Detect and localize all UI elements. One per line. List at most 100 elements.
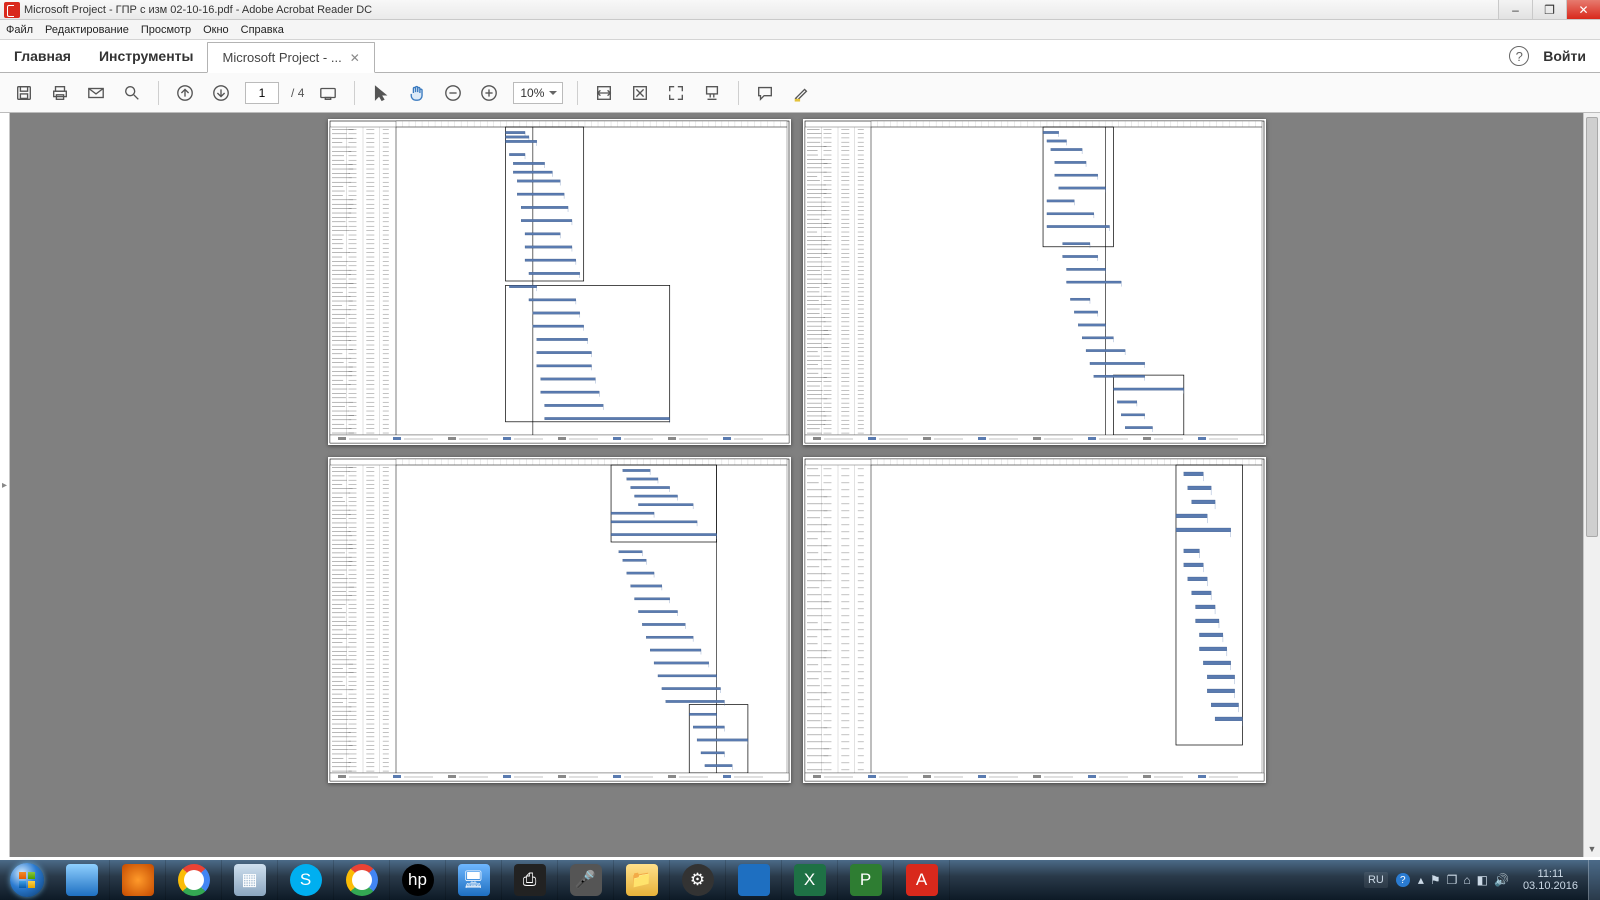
clock[interactable]: 11:11 03.10.2016 (1517, 868, 1584, 892)
taskbar-item-monitor[interactable]: 🖥 (446, 860, 502, 900)
maximize-button[interactable]: ❐ (1532, 0, 1566, 19)
taskbar-item-skype[interactable]: S (278, 860, 334, 900)
email-icon[interactable] (84, 81, 108, 105)
toolbar: / 4 10% (0, 73, 1600, 113)
mic-icon: 🎤 (570, 864, 602, 896)
monitor-icon: 🖥 (458, 864, 490, 896)
network-icon[interactable]: ❐ (1447, 873, 1458, 887)
window-controls: – ❐ ✕ (1498, 0, 1600, 19)
skype-icon: S (290, 864, 322, 896)
explorer-icon: 📁 (626, 864, 658, 896)
volume-icon[interactable]: 🔊 (1494, 873, 1509, 887)
project-icon: P (850, 864, 882, 896)
taskbar-item-wmp[interactable] (110, 860, 166, 900)
help-tray-icon[interactable]: ? (1396, 873, 1410, 887)
minimize-button[interactable]: – (1498, 0, 1532, 19)
taskbar-item-ie[interactable] (54, 860, 110, 900)
page-total: / 4 (291, 86, 304, 100)
hp-icon: hp (402, 864, 434, 896)
excel-icon: X (794, 864, 826, 896)
menu-file[interactable]: Файл (6, 24, 33, 36)
language-indicator[interactable]: RU (1364, 872, 1388, 888)
print-icon[interactable] (48, 81, 72, 105)
taskbar-item-chrome-y[interactable] (166, 860, 222, 900)
document-area: ▸ ▲ ▼ (0, 113, 1600, 857)
fullscreen-icon[interactable] (664, 81, 688, 105)
vertical-scrollbar[interactable]: ▲ ▼ (1583, 113, 1600, 857)
reading-mode-icon[interactable] (316, 81, 340, 105)
netmon-icon (738, 864, 770, 896)
taskbar-items: ▦ Shp 🖥 ⎙ 🎤 📁 ⚙ XPA (54, 860, 950, 900)
tabs-row: Главная Инструменты Microsoft Project - … (0, 40, 1600, 73)
login-button[interactable]: Войти (1543, 48, 1586, 64)
page-thumbnail[interactable] (803, 119, 1266, 445)
taskbar-item-gears[interactable]: ⚙ (670, 860, 726, 900)
scroll-down-icon[interactable]: ▼ (1584, 840, 1600, 857)
nav-handle-icon[interactable]: ▸ (1, 471, 8, 499)
tray-overflow-icon[interactable]: ▴ (1418, 873, 1424, 887)
pages-viewport[interactable] (10, 113, 1583, 857)
calc-icon: ▦ (234, 864, 266, 896)
menu-window[interactable]: Окно (203, 24, 229, 36)
windows-logo-icon (10, 863, 44, 897)
show-desktop-button[interactable] (1588, 860, 1600, 900)
devices-icon[interactable]: ⌂ (1463, 873, 1470, 887)
zoom-out-icon[interactable] (441, 81, 465, 105)
highlight-icon[interactable] (789, 81, 813, 105)
taskbar-item-netmon[interactable] (726, 860, 782, 900)
comment-icon[interactable] (753, 81, 777, 105)
taskbar-item-project[interactable]: P (838, 860, 894, 900)
tab-tools[interactable]: Инструменты (85, 40, 208, 72)
taskbar: ▦ Shp 🖥 ⎙ 🎤 📁 ⚙ XPA RU ? ▴ ⚑ ❐ ⌂ ◧ 🔊 11:11 03.1… (0, 860, 1600, 900)
scroll-thumb[interactable] (1586, 117, 1598, 537)
gears-icon: ⚙ (682, 864, 714, 896)
clock-date: 03.10.2016 (1523, 880, 1578, 892)
flag-icon[interactable]: ⚑ (1430, 873, 1441, 887)
taskbar-item-excel[interactable]: X (782, 860, 838, 900)
page-thumbnail[interactable] (328, 457, 791, 783)
tab-document[interactable]: Microsoft Project - ... ✕ (207, 42, 374, 73)
chrome-icon (346, 864, 378, 896)
chrome-y-icon (178, 864, 210, 896)
start-button[interactable] (0, 860, 54, 900)
save-icon[interactable] (12, 81, 36, 105)
help-icon[interactable]: ? (1509, 46, 1529, 66)
tab-close-icon[interactable]: ✕ (350, 51, 360, 65)
taskbar-item-hp[interactable]: hp (390, 860, 446, 900)
zoom-select[interactable]: 10% (513, 82, 563, 104)
select-tool-icon[interactable] (369, 81, 393, 105)
page-up-icon[interactable] (173, 81, 197, 105)
fit-page-icon[interactable] (628, 81, 652, 105)
menubar: Файл Редактирование Просмотр Окно Справк… (0, 20, 1600, 40)
search-icon[interactable] (120, 81, 144, 105)
clock-time: 11:11 (1523, 868, 1578, 880)
tab-document-label: Microsoft Project - ... (222, 50, 341, 65)
taskbar-item-scanner[interactable]: ⎙ (502, 860, 558, 900)
acrobat-icon: A (906, 864, 938, 896)
pages-grid (322, 113, 1272, 857)
menu-view[interactable]: Просмотр (141, 24, 191, 36)
tray-icons[interactable]: ▴ ⚑ ❐ ⌂ ◧ 🔊 (1418, 873, 1509, 887)
zoom-in-icon[interactable] (477, 81, 501, 105)
page-thumbnail[interactable] (328, 119, 791, 445)
taskbar-item-calc[interactable]: ▦ (222, 860, 278, 900)
page-number-input[interactable] (245, 82, 279, 104)
nav-pane-collapsed[interactable]: ▸ (0, 113, 10, 857)
taskbar-item-explorer[interactable]: 📁 (614, 860, 670, 900)
close-button[interactable]: ✕ (1566, 0, 1600, 19)
taskbar-item-acrobat[interactable]: A (894, 860, 950, 900)
view-settings-icon[interactable] (700, 81, 724, 105)
page-down-icon[interactable] (209, 81, 233, 105)
page-thumbnail[interactable] (803, 457, 1266, 783)
fit-width-icon[interactable] (592, 81, 616, 105)
window-titlebar: Microsoft Project - ГПР с изм 02-10-16.p… (0, 0, 1600, 20)
window-title: Microsoft Project - ГПР с изм 02-10-16.p… (24, 4, 372, 16)
taskbar-item-chrome[interactable] (334, 860, 390, 900)
menu-help[interactable]: Справка (241, 24, 284, 36)
menu-edit[interactable]: Редактирование (45, 24, 129, 36)
updates-icon[interactable]: ◧ (1477, 873, 1488, 887)
tab-home[interactable]: Главная (0, 40, 85, 72)
ie-icon (66, 864, 98, 896)
taskbar-item-mic[interactable]: 🎤 (558, 860, 614, 900)
hand-tool-icon[interactable] (405, 81, 429, 105)
